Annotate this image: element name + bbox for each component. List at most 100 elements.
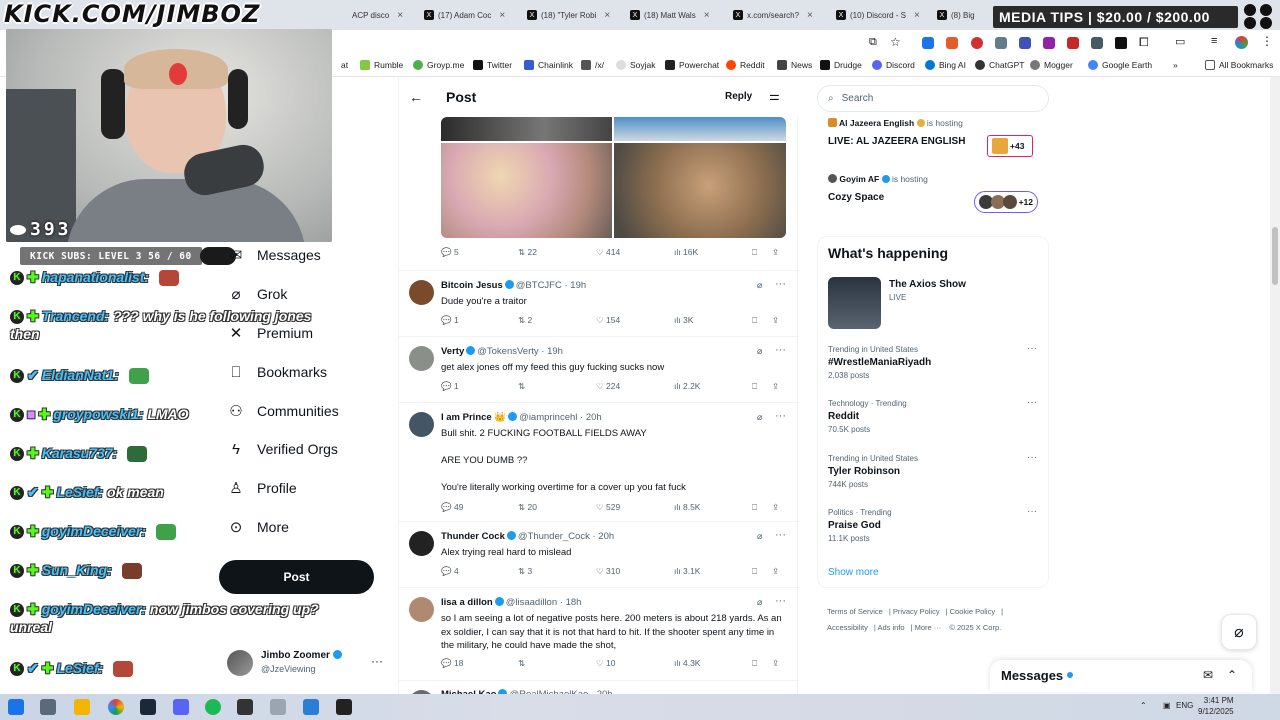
like-action[interactable]: ♡ 154 <box>596 315 620 326</box>
avatar[interactable] <box>409 597 434 622</box>
bookmark-item[interactable]: Twitter <box>473 60 512 70</box>
extension-icon[interactable] <box>922 37 934 49</box>
bookmark-icon[interactable]: ⎕ <box>752 381 757 392</box>
tray-chevron-icon[interactable]: ⌃ <box>1140 701 1147 710</box>
show-more-link[interactable]: Show more <box>828 567 879 578</box>
bookmark-item[interactable]: Drudge <box>820 60 862 70</box>
windows-start-icon[interactable] <box>8 699 24 715</box>
browser-tab[interactable]: X (10) Discord - S × <box>836 4 928 26</box>
browser-tab[interactable]: X (18) "Tyler Robi × <box>527 4 619 26</box>
nav-profile[interactable]: ♙ Profile <box>228 477 296 499</box>
like-action[interactable]: ♡ 224 <box>596 381 620 392</box>
chrome-icon[interactable] <box>108 699 124 715</box>
more-dots-icon[interactable]: ··· <box>775 278 786 290</box>
browser-tab[interactable]: X (17) Adam Coc × <box>424 4 516 26</box>
browser-tab[interactable]: X (18) Matt Wals × <box>630 4 722 26</box>
all-bookmarks[interactable]: All Bookmarks <box>1205 60 1273 70</box>
close-icon[interactable]: × <box>807 10 813 21</box>
x-logo-icon[interactable] <box>1115 37 1127 49</box>
star-icon[interactable]: ☆ <box>890 35 901 49</box>
share-icon[interactable]: ⇪ <box>772 247 779 258</box>
chevron-up-icon[interactable]: ⌃ <box>1227 668 1237 682</box>
more-dots-icon[interactable]: ··· <box>371 654 383 668</box>
reply-action[interactable]: 💬 18 <box>441 658 463 669</box>
bookmark-item[interactable]: Reddit <box>726 60 765 70</box>
search-input[interactable]: ⌕ Search <box>817 85 1049 112</box>
install-icon[interactable]: ⧉ <box>869 36 877 49</box>
reply-action[interactable]: 💬 4 <box>441 566 459 577</box>
bookmark-item[interactable]: ChatGPT <box>975 60 1024 70</box>
extension-icon[interactable] <box>1043 37 1055 49</box>
footer-link[interactable]: Terms of Service <box>827 607 883 616</box>
nav-communities[interactable]: ⚇ Communities <box>228 400 338 422</box>
footer-link[interactable]: Privacy Policy <box>893 607 940 616</box>
compose-message-icon[interactable]: ✉ <box>1203 668 1213 682</box>
filter-icon[interactable]: ⚌ <box>769 89 780 103</box>
close-icon[interactable]: × <box>604 10 610 21</box>
account-switcher[interactable]: Jimbo Zoomer @JzeViewing ··· <box>227 648 387 682</box>
messages-drawer[interactable]: Messages ✉ ⌃ <box>990 660 1252 692</box>
trend-item[interactable]: Trending in United States Tyler Robinson 7… <box>828 452 1043 489</box>
system-clock[interactable]: 3:41 PM 9/12/2025 <box>1198 695 1234 717</box>
more-dots-icon[interactable]: ··· <box>775 410 786 422</box>
task-view-icon[interactable] <box>40 699 56 715</box>
footer-link[interactable]: Accessibility <box>827 623 868 632</box>
like-action[interactable]: ♡ 10 <box>596 658 615 669</box>
reply-sort-button[interactable]: Reply <box>725 91 752 102</box>
grok-icon[interactable]: ⌀ <box>757 412 762 423</box>
more-dots-icon[interactable]: ··· <box>775 595 786 607</box>
reply-action[interactable]: 💬 49 <box>441 502 463 513</box>
live-space-card[interactable]: Goyim AF is hosting Cozy Space +12 <box>828 174 1043 214</box>
extension-icon[interactable] <box>1067 37 1079 49</box>
reply-tweet[interactable]: I am Prince 👑 @iamprincehl · 20h ⌀ ··· Bu… <box>399 402 799 521</box>
app-icon[interactable] <box>270 699 286 715</box>
more-dots-icon[interactable]: ··· <box>1027 506 1037 517</box>
close-icon[interactable]: × <box>704 10 710 21</box>
reply-tweet[interactable]: Bitcoin Jesus @BTCJFC · 19h ⌀ ··· Dude yo… <box>399 270 799 336</box>
share-icon[interactable]: ⇪ <box>772 315 779 326</box>
repost-action[interactable]: ⇅ 2 <box>518 315 532 326</box>
bookmark-icon[interactable]: ⎕ <box>752 315 757 326</box>
tray-icon[interactable]: ▣ <box>1163 701 1171 710</box>
browser-tab[interactable]: ACP disco × <box>352 4 414 26</box>
bookmark-item[interactable]: Powerchat <box>665 60 719 70</box>
more-dots-icon[interactable]: ··· <box>775 529 786 541</box>
live-thumbnail[interactable] <box>828 277 881 329</box>
bookmark-icon[interactable]: ⎕ <box>752 566 757 577</box>
repost-action[interactable]: ⇅ <box>518 381 525 392</box>
page-scrollbar[interactable] <box>1270 77 1280 694</box>
grok-icon[interactable]: ⌀ <box>757 346 762 357</box>
avatar[interactable] <box>409 346 434 371</box>
repost-action[interactable]: ⇅ 3 <box>518 566 532 577</box>
views-action[interactable]: ılı 3.1K <box>674 566 700 576</box>
grok-button[interactable]: ⌀ <box>1221 614 1257 650</box>
extension-icon[interactable] <box>946 37 958 49</box>
discord-icon[interactable] <box>173 699 189 715</box>
bookmark-icon[interactable]: ⎕ <box>752 247 757 258</box>
bookmarks-overflow[interactable]: » <box>1173 60 1178 70</box>
photo[interactable] <box>614 143 786 238</box>
photo[interactable] <box>441 143 612 238</box>
bookmark-item[interactable]: Discord <box>872 60 915 70</box>
back-arrow-icon[interactable]: ← <box>409 89 423 105</box>
bookmark-item[interactable]: Chainlink <box>524 60 573 70</box>
bookmark-item[interactable]: at <box>341 60 348 70</box>
media-icon[interactable]: ≡ <box>1211 35 1217 47</box>
views-action[interactable]: ılı 4.3K <box>674 658 700 668</box>
grok-icon[interactable]: ⌀ <box>757 531 762 542</box>
reply-action[interactable]: 💬 1 <box>441 315 459 326</box>
live-space-card[interactable]: Al Jazeera English is hosting LIVE: AL J… <box>828 118 1043 158</box>
like-action[interactable]: ♡ 310 <box>596 566 620 577</box>
footer-link[interactable]: Cookie Policy <box>950 607 995 616</box>
language-indicator[interactable]: ENG <box>1176 701 1193 710</box>
bookmark-icon[interactable]: ⎕ <box>752 502 757 513</box>
spotify-icon[interactable] <box>205 699 221 715</box>
reply-action[interactable]: 💬 1 <box>441 381 459 392</box>
avatar[interactable] <box>409 412 434 437</box>
reply-tweet[interactable]: Thunder Cock @Thunder_Cock · 20h ⌀ ··· Al… <box>399 521 799 587</box>
avatar[interactable] <box>409 531 434 556</box>
close-icon[interactable]: × <box>499 10 505 21</box>
bookmark-item[interactable]: Groyp.me <box>413 60 464 70</box>
steam-icon[interactable] <box>140 699 156 715</box>
repost-action[interactable]: ⇅ 22 <box>518 247 537 258</box>
